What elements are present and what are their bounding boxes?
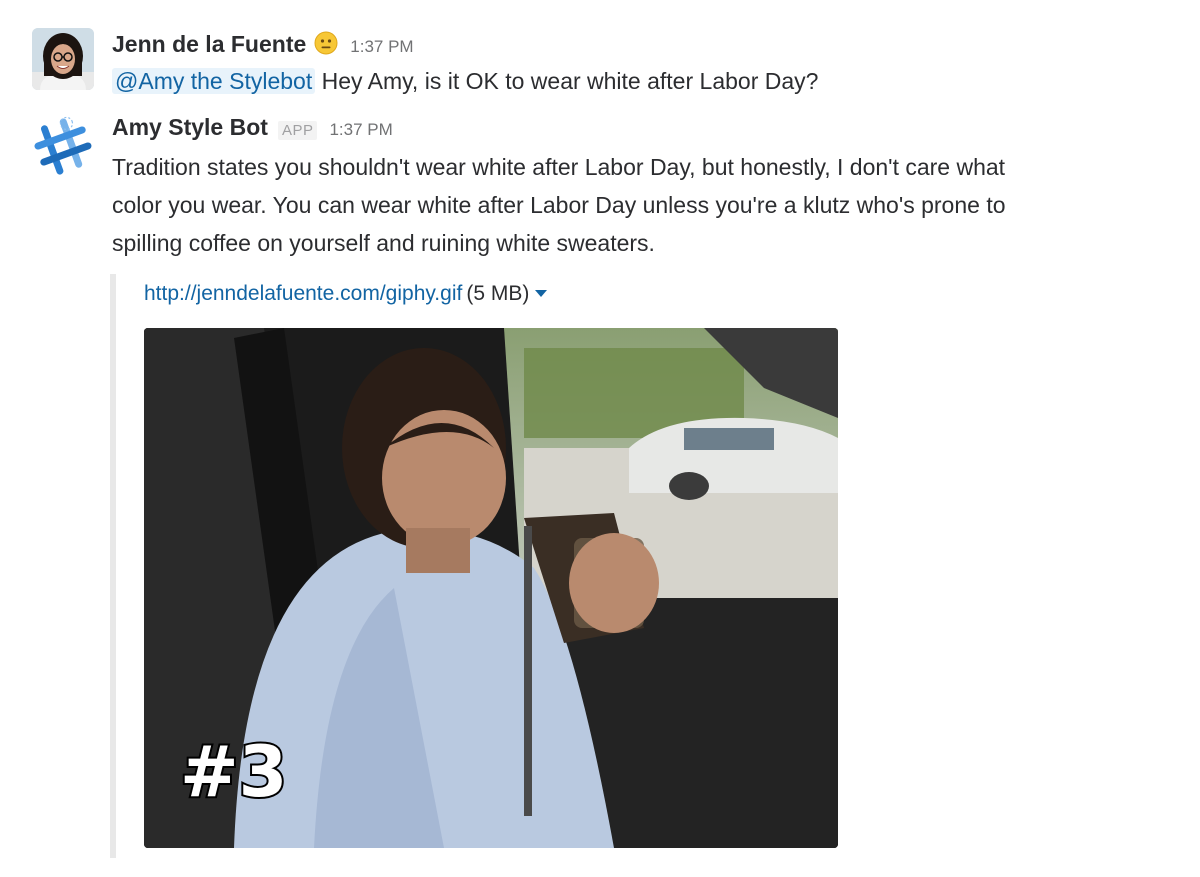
gif-image[interactable]: #3 xyxy=(144,328,838,848)
message-line: color you wear. You can wear white after… xyxy=(112,192,1006,218)
neutral-face-icon[interactable] xyxy=(314,31,338,55)
message-header: Amy Style Bot APP 1:37 PM xyxy=(112,114,1152,148)
attachment-header: http://jenndelafuente.com/giphy.gif (5 MB… xyxy=(144,274,1152,314)
attachment-size: (5 MB) xyxy=(466,282,530,305)
gif-caption: #3 xyxy=(180,731,287,813)
caret-down-icon[interactable] xyxy=(535,290,548,297)
message-body: Jenn de la Fuente 1:37 PM @Amy the Style… xyxy=(112,28,1152,100)
hashtag-logo-icon xyxy=(34,116,92,175)
message-text: @Amy the Stylebot Hey Amy, is it OK to w… xyxy=(112,62,1152,100)
message-header: Jenn de la Fuente 1:37 PM xyxy=(112,28,1152,62)
gif-scene: #3 xyxy=(144,328,838,848)
user-photo xyxy=(32,28,94,90)
timestamp[interactable]: 1:37 PM xyxy=(350,37,413,57)
message-line: Tradition states you shouldn't wear whit… xyxy=(112,154,1006,180)
image-attachment: http://jenndelafuente.com/giphy.gif (5 MB… xyxy=(110,274,1152,858)
user-mention[interactable]: @Amy the Stylebot xyxy=(112,68,316,94)
sender-name[interactable]: Jenn de la Fuente xyxy=(112,31,306,58)
message-text: Tradition states you shouldn't wear whit… xyxy=(112,148,1152,262)
sender-name[interactable]: Amy Style Bot xyxy=(112,114,268,141)
message-content: Hey Amy, is it OK to wear white after La… xyxy=(321,68,819,94)
message-line: spilling coffee on yourself and ruining … xyxy=(112,230,655,256)
timestamp[interactable]: 1:37 PM xyxy=(329,120,392,140)
bot-avatar[interactable] xyxy=(30,116,96,176)
message-body: Amy Style Bot APP 1:37 PM Tradition stat… xyxy=(110,114,1152,858)
avatar[interactable] xyxy=(32,28,94,90)
app-badge: APP xyxy=(277,121,318,140)
attachment-link[interactable]: http://jenndelafuente.com/giphy.gif xyxy=(144,282,462,305)
